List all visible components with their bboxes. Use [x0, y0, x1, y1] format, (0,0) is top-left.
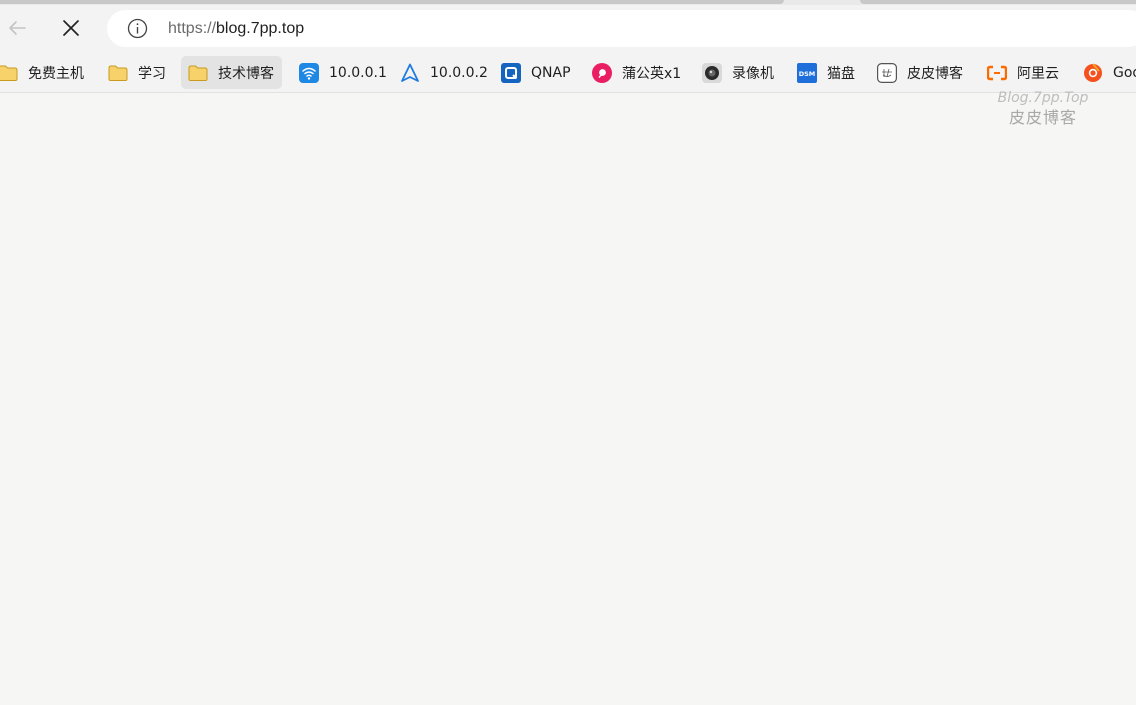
- bookmark-dandelion[interactable]: 蒲公英x1: [592, 56, 681, 89]
- bookmark-label: 10.0.0.1: [329, 64, 387, 81]
- google-icon: [1083, 62, 1103, 83]
- bookmark-folder-study[interactable]: 学习: [108, 56, 172, 89]
- page-content: [0, 93, 1136, 705]
- url-text[interactable]: https://blog.7pp.top: [168, 10, 304, 47]
- dsm-icon: DSM: [797, 62, 817, 83]
- arrow-left-icon: [9, 21, 26, 35]
- bookmark-pipi-blog[interactable]: 皮皮博客: [877, 56, 963, 89]
- bookmark-qnap[interactable]: QNAP: [501, 56, 571, 89]
- bookmark-label: 皮皮博客: [907, 65, 963, 82]
- address-bar[interactable]: https://blog.7pp.top: [107, 10, 1136, 47]
- folder-icon: [188, 63, 208, 83]
- bookmark-label: 录像机: [732, 65, 774, 82]
- bookmark-cat-disk[interactable]: DSM 猫盘: [797, 56, 855, 89]
- bookmark-label: 免费主机: [28, 65, 84, 82]
- bookmarks-bar: 免费主机 学习 技术博客 10.0.0.1 10.0.0.2 QNAP 蒲公英x…: [0, 52, 1136, 93]
- pipi-blog-icon: [877, 62, 897, 83]
- aliyun-icon: [987, 63, 1007, 83]
- info-icon[interactable]: [127, 18, 148, 39]
- dandelion-icon: [592, 62, 612, 83]
- url-scheme: https://: [168, 20, 217, 37]
- back-button[interactable]: [0, 11, 34, 45]
- bookmark-folder-tech-blog[interactable]: 技术博客: [181, 56, 282, 89]
- tab-right-edge[interactable]: [860, 0, 1136, 4]
- bookmark-label: 学习: [138, 65, 166, 82]
- bookmark-video-recorder[interactable]: 录像机: [702, 56, 774, 89]
- tab-left-edge[interactable]: [0, 0, 784, 4]
- bookmark-label: 技术博客: [218, 65, 274, 82]
- svg-text:DSM: DSM: [799, 70, 816, 78]
- bookmark-label: QNAP: [531, 64, 571, 81]
- bookmark-router-1[interactable]: 10.0.0.1: [299, 56, 387, 89]
- stop-loading-button[interactable]: [54, 11, 88, 45]
- bookmark-router-2[interactable]: 10.0.0.2: [400, 56, 488, 89]
- folder-icon: [0, 63, 18, 83]
- url-host: blog.7pp.top: [216, 20, 305, 37]
- bookmark-aliyun[interactable]: 阿里云: [987, 56, 1059, 89]
- arrow-nav-icon: [400, 63, 420, 83]
- bookmark-label: 阿里云: [1017, 65, 1059, 82]
- bookmark-google[interactable]: Goo: [1083, 56, 1136, 89]
- watermark-line1: Blog.7pp.Top: [997, 90, 1089, 106]
- bookmark-label: 蒲公英x1: [622, 65, 682, 82]
- bookmark-label: Goo: [1113, 64, 1136, 81]
- wifi-icon: [299, 62, 319, 83]
- folder-icon: [108, 63, 128, 83]
- close-icon: [63, 20, 79, 36]
- qnap-icon: [501, 62, 521, 83]
- browser-window: https://blog.7pp.top 免费主机 学习 技术博客 10.0.0…: [0, 0, 1136, 705]
- watermark: Blog.7pp.Top 皮皮博客: [993, 88, 1093, 128]
- camera-icon: [702, 62, 722, 83]
- browser-toolbar: https://blog.7pp.top: [0, 5, 1136, 52]
- watermark-line2: 皮皮博客: [1008, 108, 1077, 127]
- bookmark-label: 猫盘: [827, 65, 855, 82]
- bookmark-folder-free-hosting[interactable]: 免费主机: [0, 56, 90, 89]
- bookmark-label: 10.0.0.2: [430, 64, 488, 81]
